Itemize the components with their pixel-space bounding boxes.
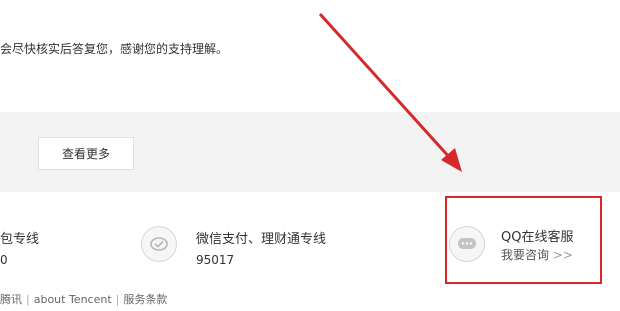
hotline-title: 微信支付、理财通专线	[196, 232, 327, 247]
hotline-number: 0	[0, 253, 8, 267]
footer-link-tencent[interactable]: 腾讯	[0, 293, 22, 306]
footer-separator: |	[26, 293, 30, 306]
footer-link-about[interactable]: about Tencent	[34, 293, 112, 306]
qq-consult-label: 我要咨询	[501, 248, 550, 262]
footer-links: 腾讯 | about Tencent | 服务条款	[0, 291, 167, 307]
qq-service-title: QQ在线客服	[501, 230, 574, 245]
hotline-title: 包专线	[0, 232, 40, 247]
wechat-pay-icon	[141, 226, 177, 262]
footer-link-terms[interactable]: 服务条款	[123, 293, 167, 306]
footer-separator: |	[115, 293, 120, 306]
chat-bubble-icon	[449, 226, 485, 262]
reply-message: 会尽快核实后答复您，感谢您的支持理解。	[0, 42, 229, 56]
view-more-button[interactable]: 查看更多	[38, 137, 134, 170]
hotline-item-wallet: 包专线 0	[0, 228, 39, 267]
hotline-number: 95017	[196, 253, 235, 267]
qq-consult-link[interactable]: 我要咨询 >>	[501, 246, 573, 263]
hotline-item-wechat-pay: 微信支付、理财通专线 95017	[196, 228, 326, 267]
chevron-right-icon: >>	[552, 248, 573, 262]
